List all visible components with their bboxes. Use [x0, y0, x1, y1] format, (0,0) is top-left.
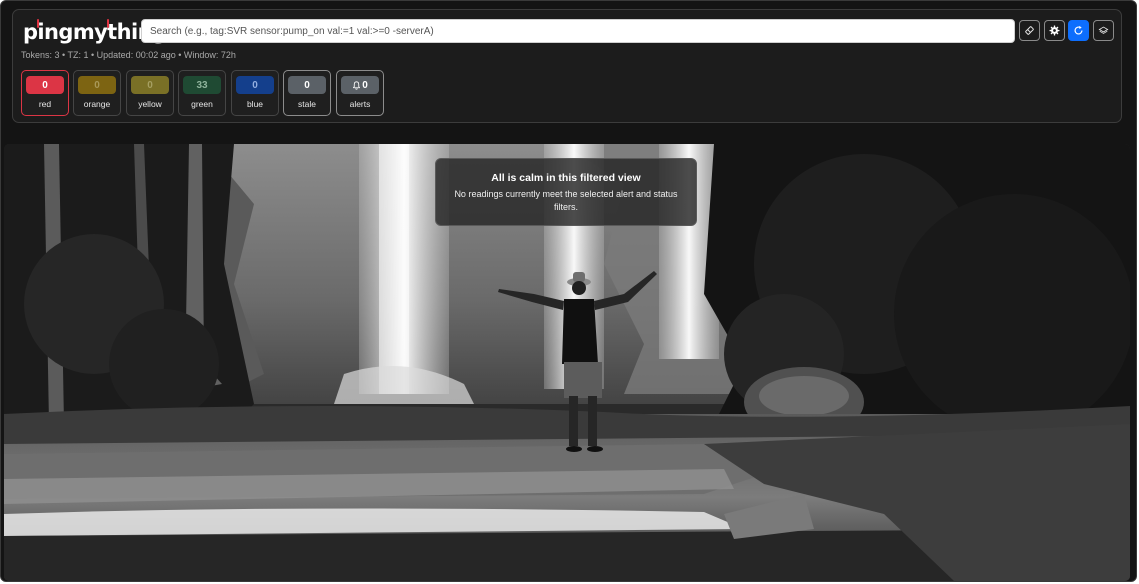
logo-accent-tick	[107, 19, 109, 28]
filter-count-badge: 0	[131, 76, 169, 94]
refresh-icon	[1074, 25, 1083, 35]
filter-label: red	[38, 99, 52, 109]
app-window: pingmything Search (e.g., tag:SVR sensor…	[0, 0, 1137, 582]
filter-count-badge: 0	[236, 76, 274, 94]
header-panel: pingmything Search (e.g., tag:SVR sensor…	[12, 9, 1122, 123]
filter-chip-stale[interactable]: 0 stale	[283, 70, 331, 116]
bell-icon	[353, 80, 361, 90]
gear-icon	[1049, 25, 1060, 36]
filter-label: yellow	[138, 99, 162, 109]
filter-label: stale	[298, 99, 316, 109]
filter-chip-red[interactable]: 0 red	[21, 70, 69, 116]
layers-icon	[1098, 26, 1109, 34]
filter-chip-yellow[interactable]: 0 yellow	[126, 70, 174, 116]
filter-label: alerts	[349, 99, 371, 109]
notice-title: All is calm in this filtered view	[491, 172, 641, 184]
filter-count-badge: 0	[78, 76, 116, 94]
filter-count-badge: 33	[183, 76, 221, 94]
empty-state-notice: All is calm in this filtered view No rea…	[435, 158, 697, 226]
eraser-button[interactable]	[1019, 20, 1040, 41]
logo-accent-tick	[37, 19, 39, 28]
brand-logo: pingmything	[23, 18, 167, 46]
filter-chip-green[interactable]: 33 green	[178, 70, 226, 116]
search-input[interactable]	[141, 19, 1015, 43]
eraser-icon	[1025, 26, 1034, 35]
filter-label: orange	[83, 99, 111, 109]
notice-message: No readings currently meet the selected …	[454, 189, 678, 212]
layers-button[interactable]	[1093, 20, 1114, 41]
filter-count-badge: 0	[341, 76, 379, 94]
refresh-button[interactable]	[1068, 20, 1089, 41]
status-line: Tokens: 3 • TZ: 1 • Updated: 00:02 ago •…	[21, 50, 236, 60]
filter-chip-blue[interactable]: 0 blue	[231, 70, 279, 116]
filter-label: blue	[246, 99, 264, 109]
filter-chip-alerts[interactable]: 0 alerts	[336, 70, 384, 116]
filter-chip-orange[interactable]: 0 orange	[73, 70, 121, 116]
filter-count-badge: 0	[288, 76, 326, 94]
filter-label: green	[191, 99, 213, 109]
settings-button[interactable]	[1044, 20, 1065, 41]
filter-count-badge: 0	[26, 76, 64, 94]
